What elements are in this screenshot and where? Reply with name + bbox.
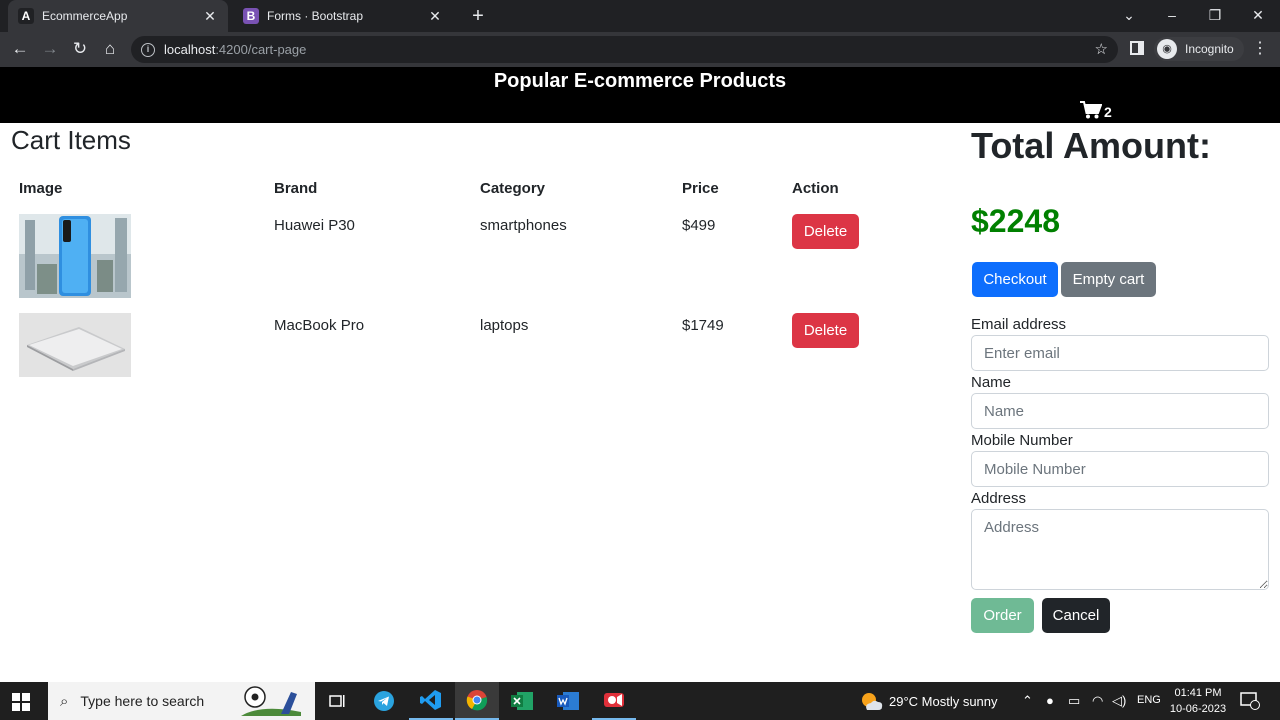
microphone-icon[interactable]: ●	[1046, 693, 1054, 708]
incognito-label: Incognito	[1185, 42, 1234, 56]
new-tab-button[interactable]: +	[466, 4, 490, 28]
word-icon[interactable]	[546, 682, 590, 720]
total-amount-value: $2248	[971, 203, 1060, 239]
tab-ecommerceapp[interactable]: A EcommerceApp ✕	[8, 0, 228, 32]
taskbar-search-placeholder: Type here to search	[80, 693, 205, 709]
tab-title: Forms · Bootstrap	[267, 9, 364, 23]
chevron-up-icon[interactable]: ⌃	[1022, 693, 1033, 709]
windows-taskbar: ⌕ Type here to search 29°C Mostly sunny …	[0, 682, 1280, 720]
clock-date: 10-06-2023	[1169, 703, 1227, 715]
cart-heading: Cart Items	[11, 125, 131, 155]
close-window-button[interactable]: ✕	[1236, 0, 1280, 32]
app-header: Popular E-commerce Products 2	[0, 67, 1280, 123]
order-button[interactable]: Order	[971, 598, 1034, 633]
mobile-label: Mobile Number	[971, 432, 1073, 449]
chrome-icon[interactable]	[455, 682, 499, 720]
name-label: Name	[971, 374, 1012, 391]
product-image-laptop	[19, 313, 131, 377]
search-highlight-icon	[241, 686, 301, 716]
total-amount-label: Total Amount:	[971, 125, 1211, 166]
clock-time: 01:41 PM	[1174, 687, 1222, 699]
volume-icon[interactable]: ◁)	[1112, 693, 1126, 709]
bootstrap-favicon-icon: B	[243, 8, 259, 24]
incognito-profile-button[interactable]: ◉ Incognito	[1154, 37, 1244, 61]
email-label: Email address	[971, 316, 1067, 333]
browser-tab-bar: A EcommerceApp ✕ B Forms · Bootstrap ✕ +…	[0, 0, 1280, 32]
address-label: Address	[971, 490, 1027, 507]
table-cell-price: $499	[682, 217, 716, 234]
excel-icon[interactable]	[500, 682, 544, 720]
table-cell-brand: Huawei P30	[274, 217, 355, 234]
close-tab-icon[interactable]: ✕	[427, 8, 443, 25]
url-path: :4200/cart-page	[215, 42, 307, 57]
side-panel-icon[interactable]	[1130, 41, 1144, 55]
email-field[interactable]	[971, 335, 1269, 371]
column-header-action: Action	[792, 180, 839, 197]
column-header-brand: Brand	[274, 180, 318, 197]
tab-forms-bootstrap[interactable]: B Forms · Bootstrap ✕	[233, 0, 453, 32]
close-tab-icon[interactable]: ✕	[202, 8, 218, 25]
tab-title: EcommerceApp	[42, 9, 128, 23]
angular-favicon-icon: A	[18, 8, 34, 24]
url-host: localhost	[164, 42, 216, 57]
taskbar-clock[interactable]: 01:41 PM 10-06-2023	[1166, 685, 1230, 717]
home-icon[interactable]: ⌂	[98, 37, 122, 61]
notifications-icon[interactable]	[1240, 692, 1260, 710]
delete-button[interactable]: Delete	[792, 313, 859, 348]
reload-icon[interactable]: ↻	[68, 37, 92, 61]
product-image-phone	[19, 214, 131, 298]
windows-start-icon[interactable]	[12, 693, 30, 711]
browser-menu-icon[interactable]: ⋮	[1252, 38, 1268, 58]
name-field[interactable]	[971, 393, 1269, 429]
address-field[interactable]	[971, 509, 1269, 590]
shopping-cart-icon[interactable]	[1080, 101, 1102, 119]
site-info-icon[interactable]: i	[141, 42, 155, 57]
page-title: Popular E-commerce Products	[493, 70, 787, 92]
delete-button[interactable]: Delete	[792, 214, 859, 249]
language-indicator[interactable]: ENG	[1137, 694, 1161, 706]
column-header-image: Image	[19, 180, 63, 197]
telegram-icon[interactable]	[362, 682, 406, 720]
back-arrow-icon[interactable]: ←	[8, 37, 32, 61]
table-cell-brand: MacBook Pro	[274, 317, 365, 334]
checkout-button[interactable]: Checkout	[972, 262, 1058, 297]
table-cell-price: $1749	[682, 317, 724, 334]
wifi-icon[interactable]: ◠	[1092, 693, 1103, 709]
tab-search-chevron-icon[interactable]: ⌄	[1107, 0, 1151, 32]
address-bar[interactable]: i localhost:4200/cart-page ☆	[131, 36, 1118, 63]
mobile-number-field[interactable]	[971, 451, 1269, 487]
task-view-icon[interactable]	[315, 682, 359, 720]
battery-icon[interactable]: ▭	[1068, 693, 1080, 709]
table-cell-category: smartphones	[480, 217, 567, 234]
screen-recorder-icon[interactable]	[592, 682, 636, 720]
minimize-button[interactable]: –	[1150, 0, 1194, 32]
maximize-button[interactable]: ❐	[1193, 0, 1237, 32]
weather-text[interactable]: 29°C Mostly sunny	[889, 694, 998, 709]
taskbar-search-box[interactable]: ⌕ Type here to search	[48, 682, 315, 720]
incognito-icon: ◉	[1157, 39, 1177, 59]
vscode-icon[interactable]	[409, 682, 453, 720]
weather-sun-icon[interactable]	[860, 690, 884, 712]
table-cell-category: laptops	[480, 317, 529, 334]
cart-count-badge: 2	[1104, 104, 1112, 120]
cancel-button[interactable]: Cancel	[1042, 598, 1110, 633]
column-header-price: Price	[682, 180, 719, 197]
empty-cart-button[interactable]: Empty cart	[1061, 262, 1156, 297]
column-header-category: Category	[480, 180, 546, 197]
bookmark-star-icon[interactable]: ☆	[1095, 40, 1108, 58]
search-icon: ⌕	[60, 692, 69, 710]
forward-arrow-icon[interactable]: →	[38, 37, 62, 61]
page-content: Popular E-commerce Products 2 Cart Items…	[0, 67, 1280, 682]
browser-toolbar: ← → ↻ ⌂ i localhost:4200/cart-page ☆ ◉ I…	[0, 32, 1280, 67]
